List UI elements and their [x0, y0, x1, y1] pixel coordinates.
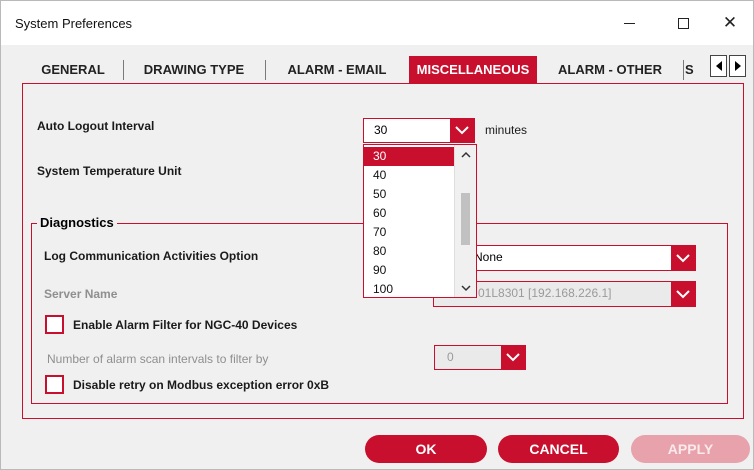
- tab-divider: [683, 60, 684, 80]
- chevron-down-icon[interactable]: [501, 346, 525, 369]
- server-name-value: 01L8301 [192.168.226.1]: [478, 286, 612, 300]
- tab-s-label: S: [685, 62, 694, 77]
- chevron-down-icon[interactable]: [450, 119, 474, 142]
- scroll-up-button[interactable]: [455, 147, 476, 161]
- tab-divider: [265, 60, 266, 80]
- cancel-button[interactable]: CANCEL: [498, 435, 619, 463]
- option-item[interactable]: 60: [364, 204, 454, 223]
- tab-general[interactable]: GENERAL: [25, 57, 121, 82]
- chevron-down-icon[interactable]: [671, 246, 695, 270]
- scroll-down-button[interactable]: [455, 281, 476, 295]
- server-name-label: Server Name: [44, 287, 118, 301]
- chevron-down-icon[interactable]: [671, 282, 695, 306]
- close-button[interactable]: ✕: [707, 7, 753, 39]
- arrow-left-icon: [715, 61, 722, 71]
- option-item[interactable]: 90: [364, 261, 454, 280]
- maximize-icon: [677, 17, 689, 29]
- tab-s-truncated[interactable]: S: [685, 57, 703, 82]
- tab-alarm-email[interactable]: ALARM - EMAIL: [267, 57, 407, 82]
- disable-retry-checkbox[interactable]: [45, 375, 64, 394]
- diagnostics-title: Diagnostics: [37, 215, 117, 230]
- option-item[interactable]: 50: [364, 185, 454, 204]
- tab-bar: GENERAL DRAWING TYPE ALARM - EMAIL MISCE…: [25, 55, 751, 83]
- auto-logout-value: 30: [374, 123, 388, 137]
- tab-drawing-type-label: DRAWING TYPE: [143, 62, 245, 77]
- minimize-icon: [623, 22, 635, 24]
- minimize-button[interactable]: [606, 7, 652, 39]
- scan-intervals-label: Number of alarm scan intervals to filter…: [47, 352, 269, 366]
- title-bar: System Preferences ✕: [1, 1, 753, 45]
- tab-divider: [123, 60, 124, 80]
- auto-logout-unit: minutes: [485, 123, 528, 137]
- temperature-unit-label: System Temperature Unit: [37, 164, 182, 178]
- tab-scroll-left-button[interactable]: [710, 55, 727, 77]
- maximize-button[interactable]: [660, 7, 706, 39]
- option-item[interactable]: 40: [364, 166, 454, 185]
- tab-drawing-type[interactable]: DRAWING TYPE: [125, 57, 263, 82]
- tab-miscellaneous[interactable]: MISCELLANEOUS: [409, 56, 537, 83]
- options-scrollbar[interactable]: [454, 145, 476, 297]
- window-title: System Preferences: [15, 16, 133, 31]
- option-item[interactable]: 70: [364, 223, 454, 242]
- alarm-filter-checkbox[interactable]: [45, 315, 64, 334]
- alarm-filter-label: Enable Alarm Filter for NGC-40 Devices: [73, 318, 298, 332]
- auto-logout-label: Auto Logout Interval: [37, 119, 155, 133]
- scan-intervals-select[interactable]: 0: [434, 345, 526, 370]
- scrollbar-thumb[interactable]: [461, 193, 470, 245]
- tab-alarm-email-label: ALARM - EMAIL: [287, 62, 387, 77]
- option-item[interactable]: 100: [364, 280, 454, 297]
- apply-button[interactable]: APPLY: [631, 435, 750, 463]
- ok-button[interactable]: OK: [365, 435, 487, 463]
- tab-alarm-other-label: ALARM - OTHER: [558, 62, 662, 77]
- disable-retry-label: Disable retry on Modbus exception error …: [73, 378, 330, 392]
- auto-logout-select[interactable]: 30: [363, 118, 475, 143]
- log-communication-value: None: [474, 250, 503, 264]
- close-icon: ✕: [722, 12, 738, 33]
- tab-scroll-right-button[interactable]: [729, 55, 746, 77]
- log-communication-label: Log Communication Activities Option: [44, 249, 259, 263]
- tab-alarm-other[interactable]: ALARM - OTHER: [539, 57, 681, 82]
- tab-general-label: GENERAL: [41, 62, 105, 77]
- system-preferences-window: System Preferences ✕ GENERAL DRAWING TYP…: [0, 0, 754, 470]
- arrow-right-icon: [734, 61, 741, 71]
- scan-intervals-value: 0: [447, 350, 454, 364]
- auto-logout-options-list[interactable]: 30 40 50 60 70 80 90 100: [363, 144, 477, 298]
- option-item[interactable]: 80: [364, 242, 454, 261]
- chevron-up-icon: [460, 151, 471, 158]
- tab-miscellaneous-label: MISCELLANEOUS: [416, 62, 530, 77]
- option-item[interactable]: 30: [364, 147, 454, 166]
- chevron-down-icon: [460, 284, 471, 291]
